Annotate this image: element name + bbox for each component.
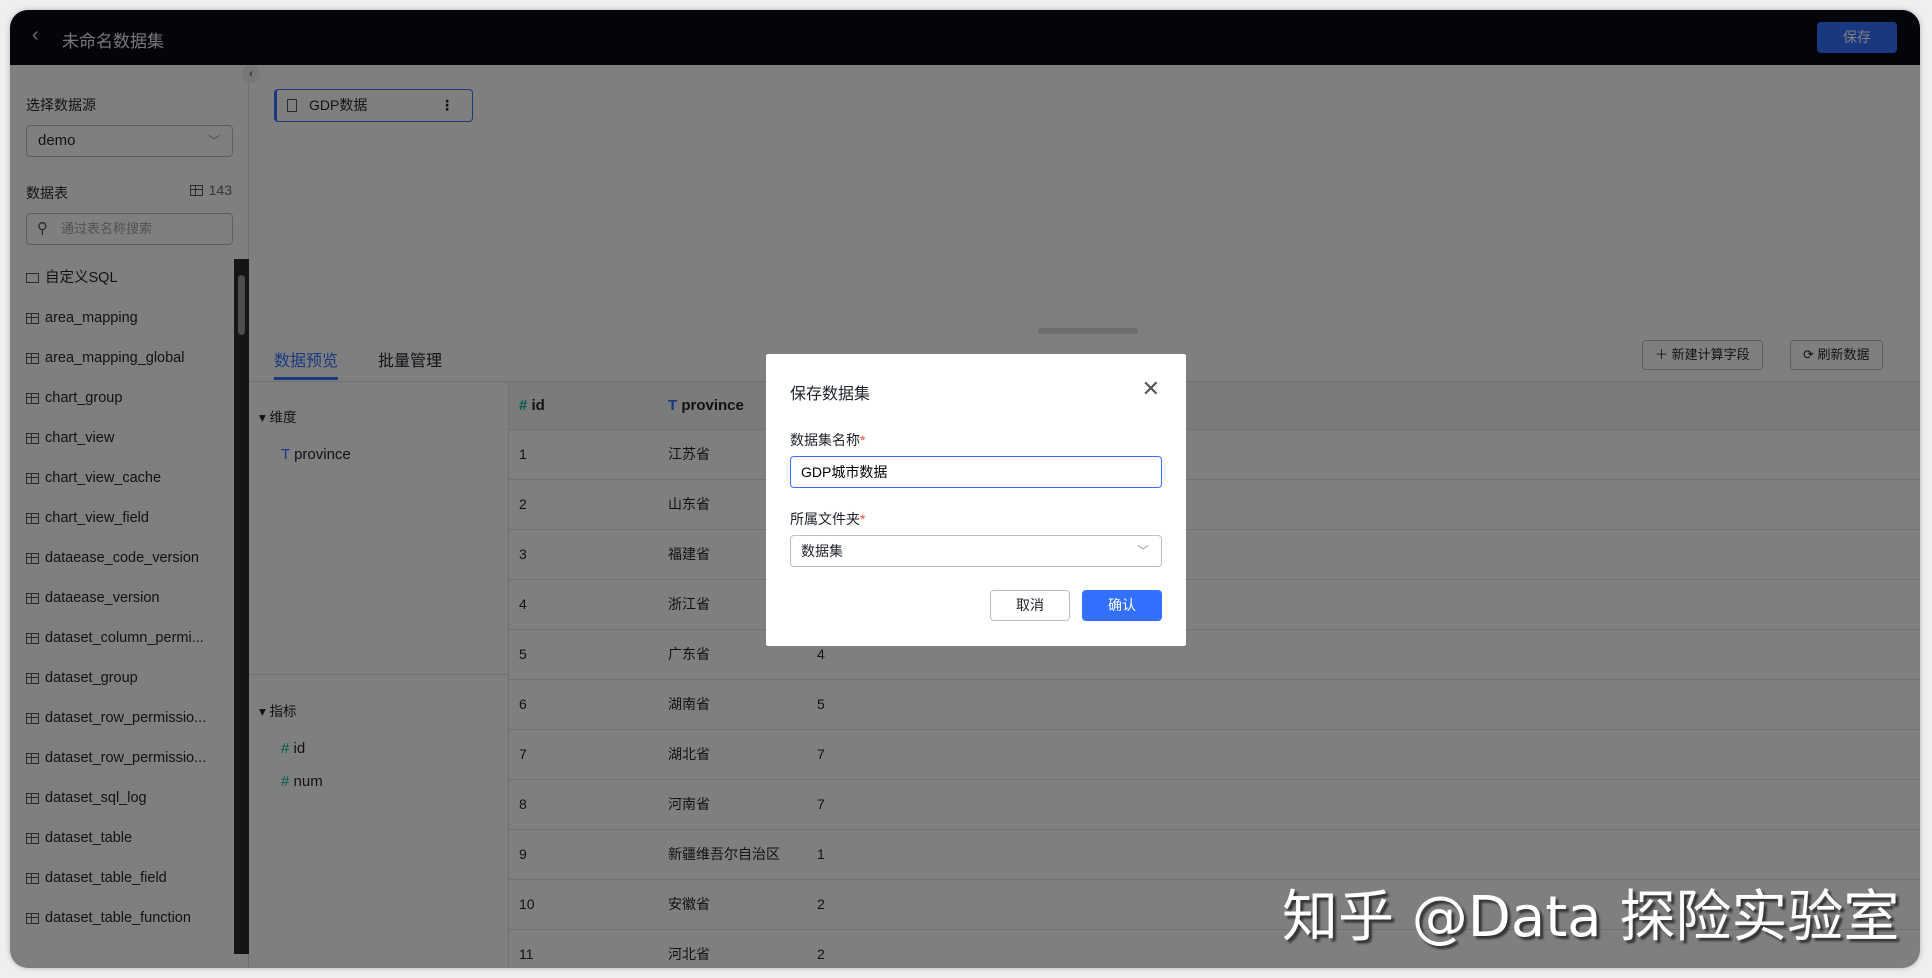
confirm-button[interactable]: 确认 — [1082, 590, 1162, 621]
cancel-button[interactable]: 取消 — [990, 590, 1070, 621]
close-icon[interactable]: ✕ — [1142, 376, 1160, 402]
save-dataset-dialog: 保存数据集 ✕ 数据集名称* 所属文件夹* 数据集﹀ 取消 确认 — [766, 354, 1186, 646]
folder-select[interactable]: 数据集 ﹀ — [790, 535, 1162, 567]
dataset-name-input[interactable] — [790, 456, 1162, 488]
folder-label-text: 所属文件夹 — [790, 511, 860, 527]
name-label-text: 数据集名称 — [790, 432, 860, 448]
required-mark: * — [860, 511, 866, 527]
name-label: 数据集名称* — [790, 430, 865, 450]
chevron-down-icon: ﹀ — [1136, 544, 1149, 558]
app-window: ‹ 未命名数据集 保存 选择数据源 demo﹀ 数据表 143 ⚲通过表名称搜索… — [10, 10, 1920, 968]
folder-value: 数据集 — [801, 543, 843, 559]
folder-label: 所属文件夹* — [790, 509, 865, 529]
dialog-title: 保存数据集 — [790, 386, 871, 403]
watermark: 知乎 @Data 探险实验室 — [1282, 885, 1900, 950]
required-mark: * — [860, 432, 866, 448]
